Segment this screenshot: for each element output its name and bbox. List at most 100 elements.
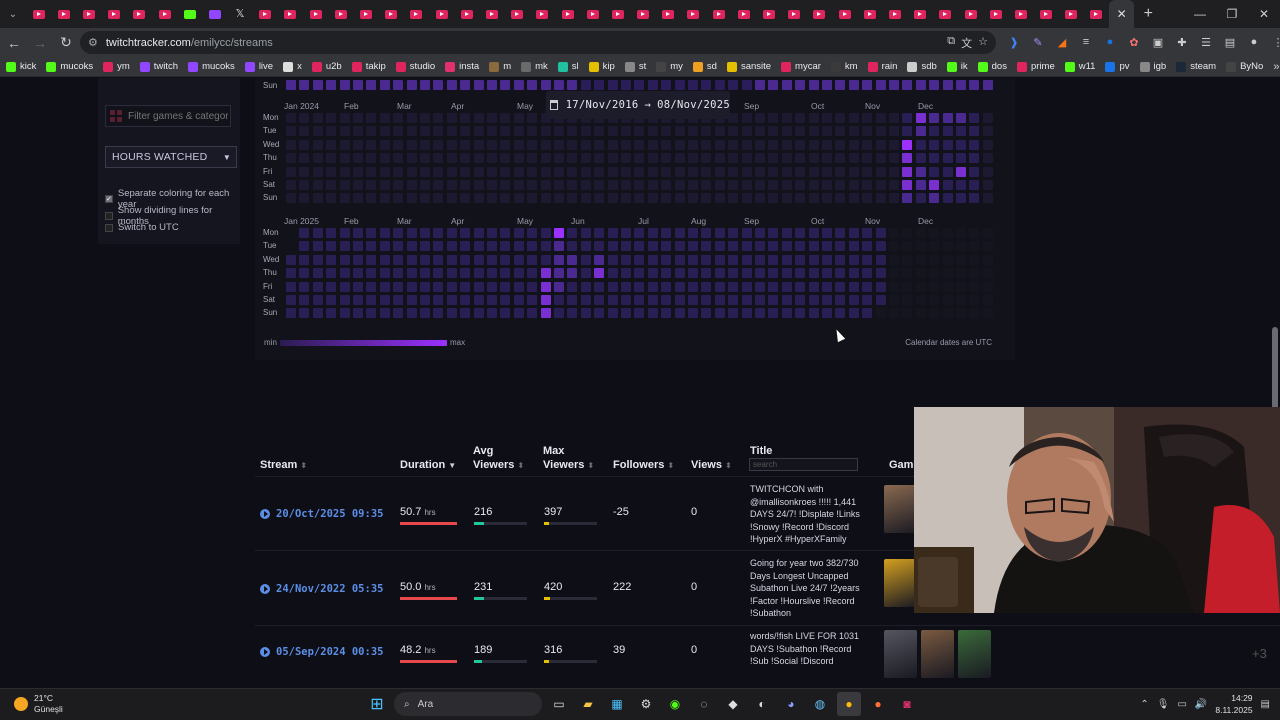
calendar-day-cell[interactable] — [862, 113, 873, 123]
col-header-followers[interactable]: Followers ⬍ — [613, 458, 674, 473]
calendar-day-cell[interactable] — [902, 268, 913, 279]
calendar-day-cell[interactable] — [393, 153, 404, 164]
calendar-day-cell[interactable] — [674, 80, 685, 90]
calendar-day-cell[interactable] — [554, 228, 564, 238]
game-thumbnail[interactable] — [884, 630, 917, 678]
calendar-day-cell[interactable] — [460, 166, 471, 177]
calendar-day-cell[interactable] — [339, 113, 350, 123]
calendar-day-cell[interactable] — [406, 80, 417, 90]
calendar-day-cell[interactable] — [420, 295, 430, 305]
calendar-day-cell[interactable] — [366, 228, 377, 238]
bookmark-item[interactable]: prime — [1016, 61, 1055, 72]
calendar-day-cell[interactable] — [433, 113, 444, 123]
calendar-day-cell[interactable] — [326, 180, 337, 190]
calendar-day-cell[interactable] — [969, 228, 980, 238]
microsoft-store-icon[interactable]: ▦ — [605, 692, 629, 716]
bookmark-item[interactable]: kick — [6, 61, 36, 72]
calendar-day-cell[interactable] — [500, 295, 511, 305]
calendar-day-cell[interactable] — [420, 153, 430, 164]
calendar-day-cell[interactable] — [607, 80, 618, 90]
calendar-day-cell[interactable] — [714, 80, 725, 90]
calendar-day-cell[interactable] — [554, 254, 564, 265]
calendar-day-cell[interactable] — [567, 126, 578, 137]
bookmark-item[interactable]: twitch — [139, 61, 178, 72]
calendar-day-cell[interactable] — [500, 241, 511, 252]
forward-button[interactable]: → — [28, 31, 52, 55]
calendar-day-cell[interactable] — [956, 180, 966, 190]
calendar-day-cell[interactable] — [835, 80, 846, 90]
firefox-icon[interactable]: ● — [866, 692, 890, 716]
calendar-day-cell[interactable] — [580, 228, 591, 238]
calendar-day-cell[interactable] — [527, 308, 538, 319]
calendar-day-cell[interactable] — [339, 166, 350, 177]
calendar-day-cell[interactable] — [647, 241, 658, 252]
calendar-day-cell[interactable] — [621, 281, 631, 292]
calendar-day-cell[interactable] — [393, 113, 404, 123]
calendar-day-cell[interactable] — [473, 254, 484, 265]
calendar-day-cell[interactable] — [433, 268, 444, 279]
calendar-day-cell[interactable] — [781, 295, 792, 305]
calendar-day-cell[interactable] — [460, 139, 471, 150]
calendar-day-cell[interactable] — [379, 139, 390, 150]
calendar-day-cell[interactable] — [848, 295, 859, 305]
browser-tab[interactable] — [51, 0, 76, 28]
calendar-day-cell[interactable] — [942, 281, 953, 292]
calendar-day-cell[interactable] — [915, 126, 926, 137]
calendar-day-cell[interactable] — [594, 166, 605, 177]
calendar-day-cell[interactable] — [661, 153, 672, 164]
calendar-day-cell[interactable] — [942, 241, 953, 252]
calendar-day-cell[interactable] — [647, 153, 658, 164]
clock[interactable]: 14:29 8.11.2025 — [1215, 692, 1252, 716]
calendar-day-cell[interactable] — [513, 241, 524, 252]
extension-icon[interactable]: ≡ — [1076, 31, 1096, 53]
calendar-day-cell[interactable] — [540, 241, 551, 252]
calendar-day-cell[interactable] — [634, 308, 645, 319]
calendar-day-cell[interactable] — [822, 113, 832, 123]
calendar-day-cell[interactable] — [299, 308, 310, 319]
calendar-day-cell[interactable] — [755, 254, 765, 265]
close-tab-icon[interactable]: ✕ — [1116, 8, 1128, 20]
calendar-day-cell[interactable] — [969, 193, 980, 204]
calendar-day-cell[interactable] — [433, 153, 444, 164]
instagram-icon[interactable]: ◙ — [895, 692, 919, 716]
calendar-day-cell[interactable] — [848, 166, 859, 177]
calendar-day-cell[interactable] — [312, 268, 323, 279]
calendar-day-cell[interactable] — [393, 295, 404, 305]
col-header-max-viewers[interactable]: Max Viewers ⬍ — [543, 444, 594, 473]
calendar-day-cell[interactable] — [862, 254, 873, 265]
calendar-day-cell[interactable] — [554, 166, 564, 177]
calendar-day-cell[interactable] — [393, 180, 404, 190]
calendar-day-cell[interactable] — [902, 241, 913, 252]
calendar-day-cell[interactable] — [835, 295, 846, 305]
bookmark-item[interactable]: dos — [977, 61, 1007, 72]
game-thumbnail[interactable] — [921, 630, 954, 678]
bookmark-item[interactable]: w11 — [1064, 61, 1095, 72]
calendar-day-cell[interactable] — [862, 193, 873, 204]
calendar-day-cell[interactable] — [339, 308, 350, 319]
calendar-day-cell[interactable] — [929, 281, 940, 292]
calendar-day-cell[interactable] — [889, 180, 899, 190]
game-filter-input[interactable] — [128, 110, 228, 122]
calendar-day-cell[interactable] — [982, 308, 993, 319]
calendar-day-cell[interactable] — [420, 254, 430, 265]
calendar-day-cell[interactable] — [674, 126, 685, 137]
browser-tab[interactable] — [983, 0, 1008, 28]
calendar-day-cell[interactable] — [567, 153, 578, 164]
calendar-day-cell[interactable] — [554, 268, 564, 279]
calendar-day-cell[interactable] — [741, 126, 752, 137]
calendar-day-cell[interactable] — [473, 228, 484, 238]
app-icon[interactable]: ◌ — [692, 692, 716, 716]
calendar-day-cell[interactable] — [527, 193, 538, 204]
calendar-day-cell[interactable] — [379, 308, 390, 319]
calendar-day-cell[interactable] — [889, 113, 899, 123]
calendar-day-cell[interactable] — [728, 193, 739, 204]
calendar-day-cell[interactable] — [875, 268, 886, 279]
browser-tab[interactable] — [429, 0, 454, 28]
calendar-day-cell[interactable] — [379, 126, 390, 137]
calendar-day-cell[interactable] — [366, 126, 377, 137]
calendar-day-cell[interactable] — [808, 281, 819, 292]
calendar-day-cell[interactable] — [540, 193, 551, 204]
calendar-day-cell[interactable] — [339, 295, 350, 305]
calendar-day-cell[interactable] — [714, 228, 725, 238]
calendar-day-cell[interactable] — [942, 308, 953, 319]
